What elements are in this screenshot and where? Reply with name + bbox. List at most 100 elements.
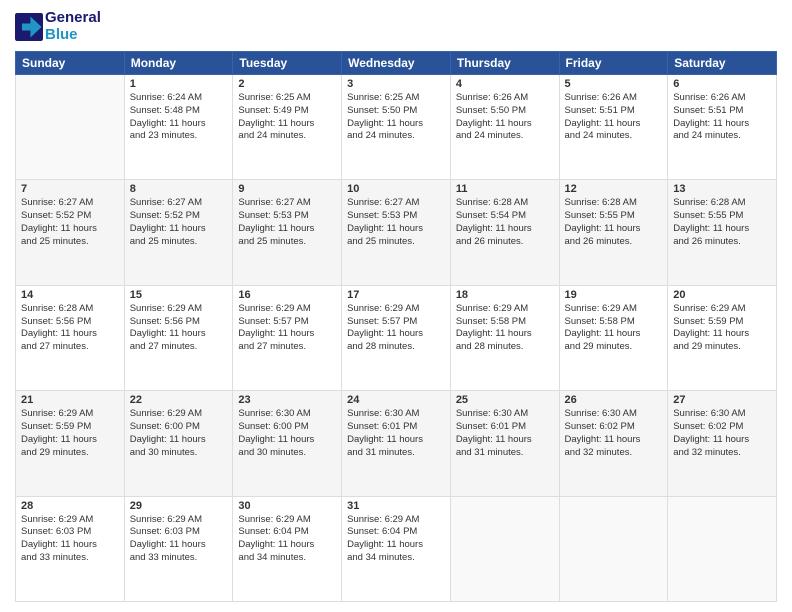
calendar-table: SundayMondayTuesdayWednesdayThursdayFrid… bbox=[15, 51, 777, 602]
day-number: 25 bbox=[456, 394, 554, 406]
day-number: 15 bbox=[130, 289, 228, 301]
day-info: Sunrise: 6:30 AMSunset: 6:02 PMDaylight:… bbox=[673, 408, 771, 459]
calendar-cell bbox=[668, 496, 777, 601]
calendar-cell: 23Sunrise: 6:30 AMSunset: 6:00 PMDayligh… bbox=[233, 391, 342, 496]
day-number: 10 bbox=[347, 183, 445, 195]
logo-text: General Blue bbox=[45, 10, 101, 43]
day-info: Sunrise: 6:28 AMSunset: 5:55 PMDaylight:… bbox=[565, 197, 663, 248]
weekday-header-tuesday: Tuesday bbox=[233, 52, 342, 75]
calendar-cell bbox=[16, 75, 125, 180]
calendar-cell: 16 Sunrise: 6:29 AMSunset: 5:57 PMDayligh… bbox=[233, 285, 342, 390]
day-info: Sunrise: 6:29 AMSunset: 5:56 PMDaylight:… bbox=[130, 303, 228, 354]
day-number: 24 bbox=[347, 394, 445, 406]
page: General Blue SundayMondayTuesdayWednesda… bbox=[0, 0, 792, 612]
day-info: Sunrise: 6:28 AMSunset: 5:56 PMDaylight:… bbox=[21, 303, 119, 354]
calendar-cell: 15 Sunrise: 6:29 AMSunset: 5:56 PMDayligh… bbox=[124, 285, 233, 390]
calendar-cell: 19Sunrise: 6:29 AMSunset: 5:58 PMDayligh… bbox=[559, 285, 668, 390]
calendar-cell: 28Sunrise: 6:29 AMSunset: 6:03 PMDayligh… bbox=[16, 496, 125, 601]
day-info: Sunrise: 6:29 AMSunset: 5:58 PMDaylight:… bbox=[456, 303, 554, 354]
day-info: Sunrise: 6:29 AMSunset: 6:03 PMDaylight:… bbox=[21, 514, 119, 565]
day-info: Sunrise: 6:29 AMSunset: 5:59 PMDaylight:… bbox=[673, 303, 771, 354]
day-info: Sunrise: 6:29 AMSunset: 5:59 PMDaylight:… bbox=[21, 408, 119, 459]
day-number: 23 bbox=[238, 394, 336, 406]
calendar-week-row: 28Sunrise: 6:29 AMSunset: 6:03 PMDayligh… bbox=[16, 496, 777, 601]
day-number: 4 bbox=[456, 78, 554, 90]
day-info: Sunrise: 6:29 AMSunset: 6:04 PMDaylight:… bbox=[347, 514, 445, 565]
calendar-cell bbox=[559, 496, 668, 601]
calendar-cell: 20 Sunrise: 6:29 AMSunset: 5:59 PMDayligh… bbox=[668, 285, 777, 390]
day-info: Sunrise: 6:28 AMSunset: 5:54 PMDaylight:… bbox=[456, 197, 554, 248]
day-number: 11 bbox=[456, 183, 554, 195]
weekday-header-monday: Monday bbox=[124, 52, 233, 75]
day-info: Sunrise: 6:27 AMSunset: 5:52 PMDaylight:… bbox=[21, 197, 119, 248]
calendar-cell: 12 Sunrise: 6:28 AMSunset: 5:55 PMDayligh… bbox=[559, 180, 668, 285]
weekday-header-row: SundayMondayTuesdayWednesdayThursdayFrid… bbox=[16, 52, 777, 75]
day-number: 1 bbox=[130, 78, 228, 90]
day-number: 20 bbox=[673, 289, 771, 301]
day-number: 22 bbox=[130, 394, 228, 406]
day-number: 26 bbox=[565, 394, 663, 406]
calendar-cell: 3Sunrise: 6:25 AMSunset: 5:50 PMDaylight… bbox=[342, 75, 451, 180]
calendar-week-row: 7 Sunrise: 6:27 AMSunset: 5:52 PMDaylight… bbox=[16, 180, 777, 285]
calendar-cell: 25 Sunrise: 6:30 AMSunset: 6:01 PMDayligh… bbox=[450, 391, 559, 496]
day-number: 31 bbox=[347, 500, 445, 512]
day-number: 9 bbox=[238, 183, 336, 195]
day-number: 29 bbox=[130, 500, 228, 512]
day-number: 19 bbox=[565, 289, 663, 301]
day-info: Sunrise: 6:26 AMSunset: 5:51 PMDaylight:… bbox=[673, 92, 771, 143]
day-info: Sunrise: 6:27 AMSunset: 5:52 PMDaylight:… bbox=[130, 197, 228, 248]
day-info: Sunrise: 6:25 AMSunset: 5:50 PMDaylight:… bbox=[347, 92, 445, 143]
calendar-cell: 18 Sunrise: 6:29 AMSunset: 5:58 PMDayligh… bbox=[450, 285, 559, 390]
calendar-cell: 11 Sunrise: 6:28 AMSunset: 5:54 PMDayligh… bbox=[450, 180, 559, 285]
weekday-header-sunday: Sunday bbox=[16, 52, 125, 75]
day-info: Sunrise: 6:24 AMSunset: 5:48 PMDaylight:… bbox=[130, 92, 228, 143]
calendar-cell: 6 Sunrise: 6:26 AMSunset: 5:51 PMDaylight… bbox=[668, 75, 777, 180]
calendar-cell: 17 Sunrise: 6:29 AMSunset: 5:57 PMDayligh… bbox=[342, 285, 451, 390]
day-info: Sunrise: 6:27 AMSunset: 5:53 PMDaylight:… bbox=[347, 197, 445, 248]
day-number: 17 bbox=[347, 289, 445, 301]
day-info: Sunrise: 6:30 AMSunset: 6:02 PMDaylight:… bbox=[565, 408, 663, 459]
calendar-cell: 31 Sunrise: 6:29 AMSunset: 6:04 PMDayligh… bbox=[342, 496, 451, 601]
day-info: Sunrise: 6:29 AMSunset: 5:57 PMDaylight:… bbox=[347, 303, 445, 354]
logo: General Blue bbox=[15, 10, 101, 43]
day-number: 6 bbox=[673, 78, 771, 90]
day-number: 12 bbox=[565, 183, 663, 195]
day-info: Sunrise: 6:30 AMSunset: 6:01 PMDaylight:… bbox=[456, 408, 554, 459]
day-number: 14 bbox=[21, 289, 119, 301]
day-info: Sunrise: 6:30 AMSunset: 6:01 PMDaylight:… bbox=[347, 408, 445, 459]
calendar-cell: 9 Sunrise: 6:27 AMSunset: 5:53 PMDaylight… bbox=[233, 180, 342, 285]
calendar-cell: 22Sunrise: 6:29 AMSunset: 6:00 PMDayligh… bbox=[124, 391, 233, 496]
calendar-cell: 26 Sunrise: 6:30 AMSunset: 6:02 PMDayligh… bbox=[559, 391, 668, 496]
day-number: 2 bbox=[238, 78, 336, 90]
calendar-cell: 29Sunrise: 6:29 AMSunset: 6:03 PMDayligh… bbox=[124, 496, 233, 601]
calendar-cell bbox=[450, 496, 559, 601]
day-number: 7 bbox=[21, 183, 119, 195]
day-number: 18 bbox=[456, 289, 554, 301]
day-info: Sunrise: 6:26 AMSunset: 5:50 PMDaylight:… bbox=[456, 92, 554, 143]
calendar-cell: 4 Sunrise: 6:26 AMSunset: 5:50 PMDaylight… bbox=[450, 75, 559, 180]
calendar-cell: 30 Sunrise: 6:29 AMSunset: 6:04 PMDayligh… bbox=[233, 496, 342, 601]
day-number: 30 bbox=[238, 500, 336, 512]
calendar-cell: 27 Sunrise: 6:30 AMSunset: 6:02 PMDayligh… bbox=[668, 391, 777, 496]
calendar-cell: 14 Sunrise: 6:28 AMSunset: 5:56 PMDayligh… bbox=[16, 285, 125, 390]
calendar-week-row: 14 Sunrise: 6:28 AMSunset: 5:56 PMDayligh… bbox=[16, 285, 777, 390]
day-number: 27 bbox=[673, 394, 771, 406]
day-info: Sunrise: 6:28 AMSunset: 5:55 PMDaylight:… bbox=[673, 197, 771, 248]
day-info: Sunrise: 6:29 AMSunset: 6:04 PMDaylight:… bbox=[238, 514, 336, 565]
calendar-week-row: 1 Sunrise: 6:24 AMSunset: 5:48 PMDaylight… bbox=[16, 75, 777, 180]
day-number: 16 bbox=[238, 289, 336, 301]
day-info: Sunrise: 6:25 AMSunset: 5:49 PMDaylight:… bbox=[238, 92, 336, 143]
calendar-cell: 13 Sunrise: 6:28 AMSunset: 5:55 PMDayligh… bbox=[668, 180, 777, 285]
calendar-cell: 1 Sunrise: 6:24 AMSunset: 5:48 PMDaylight… bbox=[124, 75, 233, 180]
day-info: Sunrise: 6:26 AMSunset: 5:51 PMDaylight:… bbox=[565, 92, 663, 143]
day-number: 13 bbox=[673, 183, 771, 195]
day-number: 5 bbox=[565, 78, 663, 90]
calendar-cell: 8 Sunrise: 6:27 AMSunset: 5:52 PMDaylight… bbox=[124, 180, 233, 285]
calendar-cell: 24 Sunrise: 6:30 AMSunset: 6:01 PMDayligh… bbox=[342, 391, 451, 496]
day-number: 8 bbox=[130, 183, 228, 195]
day-number: 21 bbox=[21, 394, 119, 406]
day-info: Sunrise: 6:29 AMSunset: 5:57 PMDaylight:… bbox=[238, 303, 336, 354]
header: General Blue bbox=[15, 10, 777, 43]
day-info: Sunrise: 6:27 AMSunset: 5:53 PMDaylight:… bbox=[238, 197, 336, 248]
calendar-cell: 5 Sunrise: 6:26 AMSunset: 5:51 PMDaylight… bbox=[559, 75, 668, 180]
